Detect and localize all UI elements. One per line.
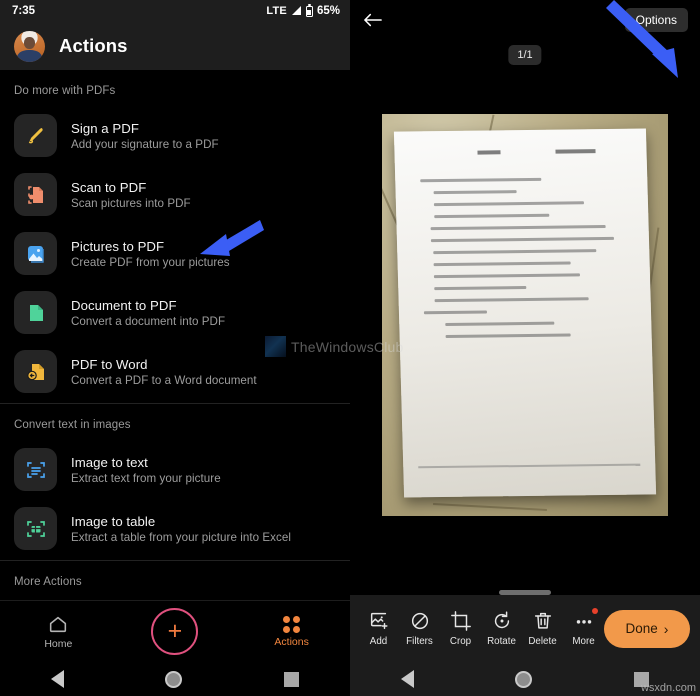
system-home-icon[interactable]: [165, 670, 183, 688]
scan-document-icon: [14, 173, 57, 216]
photo-background: [382, 114, 668, 516]
network-type-label: LTE: [266, 5, 287, 17]
action-item-text: Sign a PDF Add your signature to a PDF: [71, 121, 219, 151]
image-icon: [14, 232, 57, 275]
avatar[interactable]: [14, 30, 45, 62]
home-icon: [50, 616, 67, 633]
toolbar-button-rotate[interactable]: Rotate: [481, 610, 522, 647]
action-item-sign-a-pdf[interactable]: Sign a PDF Add your signature to a PDF: [0, 106, 350, 165]
scan-review-screen: Options 1/1 Add Filters Crop Rotate Dele…: [350, 0, 700, 696]
action-item-title: PDF to Word: [71, 356, 148, 372]
android-system-nav-left: [0, 662, 350, 696]
system-back-icon[interactable]: [400, 670, 414, 688]
chevron-right-icon: ›: [663, 620, 669, 637]
signal-strength-icon: [291, 6, 301, 15]
status-bar-time: 7:35: [12, 5, 36, 17]
options-button[interactable]: Options: [624, 8, 688, 32]
scan-table-icon: [14, 507, 57, 550]
action-item-title: Image to text: [71, 454, 148, 470]
document-icon: [14, 291, 57, 334]
action-item-text: Scan to PDF Scan pictures into PDF: [71, 180, 191, 210]
action-item-document-to-pdf[interactable]: Document to PDF Convert a document into …: [0, 283, 350, 342]
screenshot-root: 7:35 LTE 65% Actions Do more with PDFs S…: [0, 0, 700, 696]
done-button[interactable]: Done ›: [604, 609, 690, 648]
paper-document: [394, 128, 656, 498]
toolbar-label: Rotate: [487, 636, 516, 647]
toolbar-button-crop[interactable]: Crop: [440, 610, 481, 647]
action-item-subtitle: Extract a table from your picture into E…: [71, 530, 291, 544]
battery-icon: [305, 3, 313, 17]
toolbar-label: Add: [369, 636, 388, 647]
toolbar-label: Delete: [528, 636, 557, 647]
review-top-bar: Options: [350, 0, 700, 40]
battery-percent-label: 65%: [316, 5, 340, 17]
action-item-text: Image to text Extract text from your pic…: [71, 455, 221, 485]
action-item-subtitle: Extract text from your picture: [71, 471, 221, 485]
system-home-icon[interactable]: [515, 670, 533, 688]
action-item-image-to-text[interactable]: Image to text Extract text from your pic…: [0, 440, 350, 499]
pen-icon: [14, 114, 57, 157]
status-bar: 7:35 LTE 65%: [0, 0, 350, 22]
section-header-convert-text: Convert text in images: [14, 419, 131, 431]
plus-icon: +: [151, 608, 199, 655]
page-title: Actions: [59, 35, 128, 56]
toolbar-button-delete[interactable]: Delete: [522, 610, 563, 647]
add-image-icon: [370, 612, 388, 630]
action-item-title: Document to PDF: [71, 297, 177, 313]
section-header-more-actions: More Actions: [14, 576, 82, 588]
create-fab-button[interactable]: +: [133, 608, 217, 655]
toolbar-button-filters[interactable]: Filters: [399, 610, 440, 647]
section-header-pdfs: Do more with PDFs: [14, 85, 116, 97]
toolbar-label: Crop: [449, 636, 472, 647]
action-item-image-to-table[interactable]: Image to table Extract a table from your…: [0, 499, 350, 558]
grid-dots-icon: [283, 615, 301, 633]
notification-badge-dot: [592, 608, 598, 614]
system-recents-icon[interactable]: [284, 671, 300, 687]
action-item-title: Image to table: [71, 513, 156, 529]
action-item-text: Image to table Extract a table from your…: [71, 514, 291, 544]
bottom-navigation-bar: Home + Actions: [0, 600, 350, 662]
action-item-subtitle: Convert a PDF to a Word document: [71, 373, 257, 387]
toolbar-label: More: [572, 636, 595, 647]
action-item-text: Pictures to PDF Create PDF from your pic…: [71, 239, 230, 269]
toolbar-label: Filters: [406, 636, 433, 647]
fab-plus-label: +: [167, 617, 183, 645]
toolbar-button-more[interactable]: More: [563, 608, 604, 647]
toolbar-button-add[interactable]: Add: [358, 610, 399, 647]
action-item-scan-to-pdf[interactable]: Scan to PDF Scan pictures into PDF: [0, 165, 350, 224]
action-item-subtitle: Create PDF from your pictures: [71, 255, 230, 269]
status-bar-indicators: LTE 65%: [266, 3, 340, 17]
corner-watermark: wsxdn.com: [640, 682, 696, 694]
action-item-subtitle: Convert a document into PDF: [71, 314, 226, 328]
action-item-title: Pictures to PDF: [71, 238, 165, 254]
action-item-text: Document to PDF Convert a document into …: [71, 298, 225, 328]
more-dots-icon: [576, 620, 591, 624]
app-bar: Actions: [0, 22, 350, 70]
edit-toolbar: Add Filters Crop Rotate Delete More Done…: [350, 595, 700, 662]
action-item-pdf-to-word[interactable]: PDF to Word Convert a PDF to a Word docu…: [0, 342, 350, 401]
rotate-icon: [494, 611, 509, 629]
page-indicator-badge: 1/1: [508, 45, 542, 65]
action-item-subtitle: Scan pictures into PDF: [71, 196, 191, 210]
nav-item-home-label: Home: [44, 638, 73, 650]
action-item-pictures-to-pdf[interactable]: Pictures to PDF Create PDF from your pic…: [0, 224, 350, 283]
back-arrow-icon[interactable]: [362, 11, 384, 29]
action-item-title: Scan to PDF: [71, 179, 147, 195]
nav-item-actions-label: Actions: [274, 635, 309, 648]
trash-icon: [534, 612, 551, 629]
nav-item-actions[interactable]: Actions: [250, 615, 334, 648]
actions-list: Do more with PDFs Sign a PDF Add your si…: [0, 70, 350, 597]
action-item-title: Sign a PDF: [71, 120, 139, 136]
action-item-subtitle: Add your signature to a PDF: [71, 137, 219, 151]
done-button-label: Done: [625, 621, 658, 636]
scan-text-icon: [14, 448, 57, 491]
action-item-text: PDF to Word Convert a PDF to a Word docu…: [71, 357, 257, 387]
pdf-to-word-icon: [14, 350, 57, 393]
filters-icon: [411, 612, 428, 630]
nav-item-home[interactable]: Home: [16, 613, 100, 650]
crop-icon: [450, 611, 471, 631]
adobe-scan-actions-screen: 7:35 LTE 65% Actions Do more with PDFs S…: [0, 0, 350, 696]
scanned-page-preview[interactable]: [382, 114, 668, 516]
system-back-icon[interactable]: [50, 670, 64, 688]
